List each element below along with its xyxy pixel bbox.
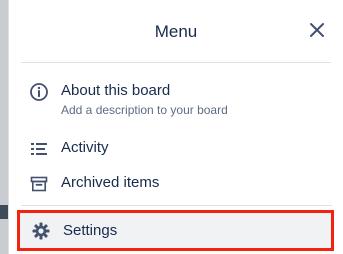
menu-item-label: About this board [61,82,171,99]
menu-item-label: Settings [63,221,118,239]
about-text-group: About this board Add a description to yo… [61,82,228,118]
menu-header: Menu [21,0,331,63]
close-menu-button[interactable] [305,20,329,44]
board-menu-panel: Menu About this board Add a description … [8,0,343,254]
info-icon [29,82,49,102]
gear-icon [31,221,51,241]
menu-item-settings[interactable]: Settings [17,210,334,251]
activity-icon [29,139,49,159]
menu-item-label: Activity [61,139,109,156]
menu-title: Menu [154,22,198,41]
board-background-edge [0,0,8,254]
menu-item-activity[interactable]: Activity [21,139,331,161]
menu-item-description: Add a description to your board [61,103,228,117]
archive-icon [29,174,49,194]
close-icon [309,22,325,43]
menu-item-label: Archived items [61,174,160,191]
menu-item-about-board[interactable]: About this board Add a description to yo… [21,82,331,122]
menu-divider [21,205,332,206]
menu-item-archived-items[interactable]: Archived items [21,174,331,196]
